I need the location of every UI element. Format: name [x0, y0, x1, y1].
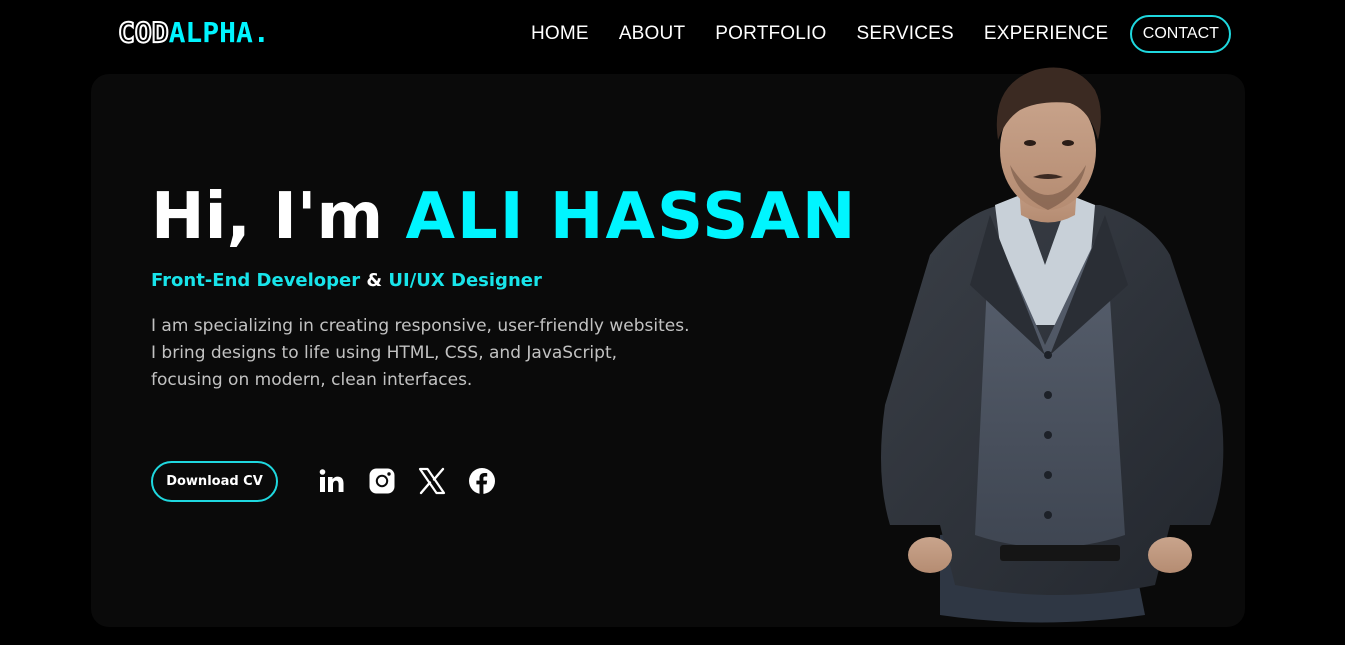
hero-role-developer: Front-End Developer: [151, 270, 361, 291]
site-logo[interactable]: CODALPHA.: [117, 15, 270, 50]
profile-photo: [870, 55, 1230, 625]
instagram-icon[interactable]: [368, 467, 396, 495]
hero-role-designer: UI/UX Designer: [388, 270, 542, 291]
x-icon[interactable]: [418, 467, 446, 495]
hero-heading: Hi, I'm ALI HASSAN: [151, 178, 857, 256]
nav-item-about[interactable]: ABOUT: [619, 23, 685, 45]
hero-name: ALI HASSAN: [405, 180, 858, 254]
hero-role-ampersand: &: [360, 270, 389, 291]
hero-greeting: Hi, I'm: [151, 180, 406, 254]
logo-part-cod: COD: [117, 15, 170, 50]
nav-menu: HOME ABOUT PORTFOLIO SERVICES EXPERIENCE…: [531, 15, 1232, 53]
nav-item-services[interactable]: SERVICES: [857, 23, 954, 45]
hero-description-line-2: I bring designs to life using HTML, CSS,…: [151, 343, 618, 363]
nav-item-experience[interactable]: EXPERIENCE: [984, 23, 1108, 45]
hero-subtitle: Front-End Developer & UI/UX Designer: [151, 268, 542, 294]
nav-item-portfolio[interactable]: PORTFOLIO: [715, 23, 826, 45]
social-links: [318, 465, 518, 497]
linkedin-icon[interactable]: [318, 467, 346, 495]
hero-description-line-1: I am specializing in creating responsive…: [151, 316, 690, 336]
contact-button[interactable]: CONTACT: [1130, 15, 1232, 53]
hero-description-line-3: focusing on modern, clean interfaces.: [151, 370, 473, 390]
logo-part-alpha: ALPHA.: [168, 16, 270, 49]
download-cv-button[interactable]: Download CV: [151, 461, 278, 502]
nav-item-home[interactable]: HOME: [531, 23, 589, 45]
facebook-icon[interactable]: [468, 467, 496, 495]
hero-description: I am specializing in creating responsive…: [151, 313, 771, 394]
